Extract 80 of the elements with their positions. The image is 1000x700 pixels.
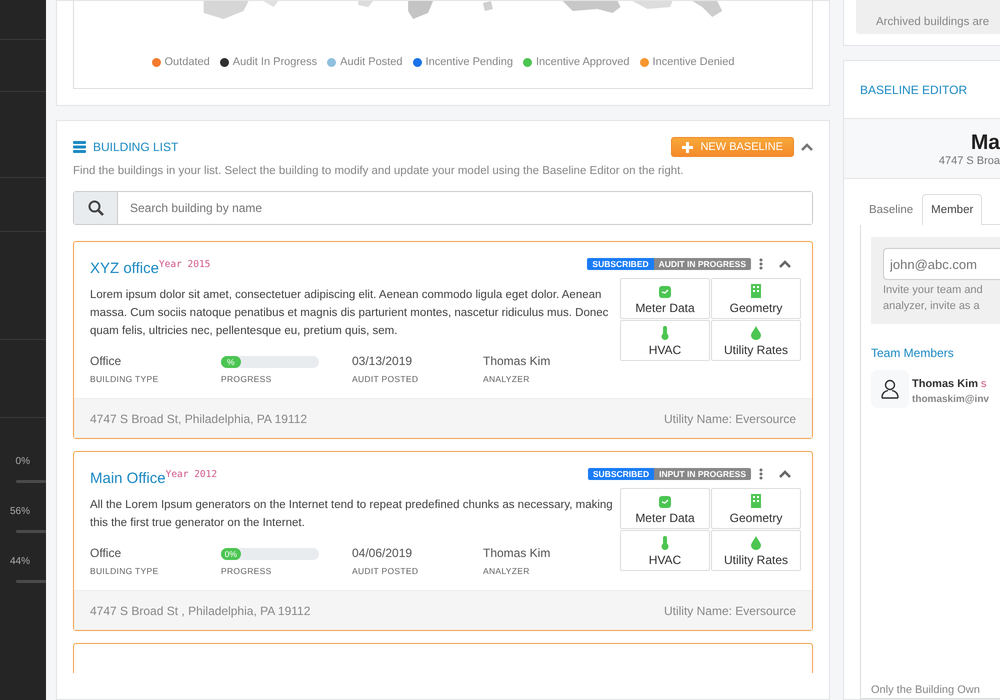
archive-note: Archived buildings are xyxy=(876,16,990,28)
tool-button[interactable]: HVAC xyxy=(620,320,710,361)
status-badge: SUBSCRIBED xyxy=(587,258,654,270)
tool-button[interactable]: HVAC xyxy=(620,530,710,571)
footer-note: Only the Building Own xyxy=(871,684,981,698)
section-description: Find the buildings in your list. Select the building to modify and update your model using the Baseline Editor on the right. xyxy=(73,165,685,177)
building-icon xyxy=(751,494,761,508)
stat-percent: 56% xyxy=(10,506,30,517)
list-icon xyxy=(73,141,86,153)
analyzer-name: Thomas Kim xyxy=(483,354,552,370)
audit-date: 03/13/2019 xyxy=(352,354,414,370)
collapse-icon[interactable] xyxy=(779,470,791,478)
legend-item: Incentive Approved xyxy=(522,56,630,68)
collapse-icon[interactable] xyxy=(801,143,813,151)
search-field[interactable]: Search building by name xyxy=(73,191,813,225)
stat-label: BUILDING TYPE xyxy=(90,374,160,384)
legend-item: Outdated xyxy=(152,56,210,68)
stat-percent: 0% xyxy=(16,456,30,467)
legend-item: Incentive Denied xyxy=(640,56,734,68)
building-title: Ma xyxy=(970,130,1000,154)
member-role: s xyxy=(981,378,987,390)
building-description: All the Lorem Ipsum generators on the Internet tend to repeat predefined chunks as necessary, making this the first true generator on the Internet. xyxy=(90,498,614,531)
building-icon xyxy=(751,284,761,298)
collapse-icon[interactable] xyxy=(779,260,791,268)
plus-icon xyxy=(682,142,694,152)
tool-button[interactable]: Geometry xyxy=(711,488,801,529)
team-title: Team Members xyxy=(871,346,955,360)
legend-item: Audit In Progress xyxy=(220,56,318,68)
tool-button[interactable]: Geometry xyxy=(711,278,801,319)
stat-label: PROGRESS xyxy=(221,374,273,384)
status-badge: INPUT IN PROGRESS xyxy=(654,468,751,480)
panel-title: BASELINE EDITOR xyxy=(860,82,968,96)
audit-date: 04/06/2019 xyxy=(352,546,414,562)
tab[interactable]: Member xyxy=(922,194,982,225)
progress-fill: % xyxy=(221,356,241,368)
stat-label: AUDIT POSTED xyxy=(352,374,420,384)
member-email: thomaskim@inv xyxy=(912,394,989,404)
search-icon xyxy=(88,200,104,216)
tool-button[interactable]: Utility Rates xyxy=(711,530,801,571)
member-name: Thomas Kim xyxy=(912,378,978,390)
building-address: 4747 S Broa xyxy=(938,154,1000,166)
stat-label: ANALYZER xyxy=(483,374,531,384)
legend-item: Incentive Pending xyxy=(412,56,513,68)
stat-track xyxy=(16,580,46,583)
building-address: 4747 S Broad St, Philadelphia, PA 19112 xyxy=(90,412,308,426)
tool-button[interactable]: Meter Data xyxy=(620,488,710,529)
analyzer-name: Thomas Kim xyxy=(483,546,552,562)
building-description: Lorem ipsum dolor sit amet, consectetuer adipiscing elit. Aenean commodo ligula eget dolor. Aenean massa. Cum sociis natoque penatibus et magnis dis parturient montes, nascetur ridiculus mus. Donec quam felis, ultricies nec, pellentesque eu, pretium quis, sem. xyxy=(90,288,610,339)
user-icon xyxy=(880,379,900,399)
email-field[interactable]: john@abc.com xyxy=(883,248,1000,280)
stat-label: BUILDING TYPE xyxy=(90,566,160,576)
stat-track xyxy=(16,480,46,483)
section-title: BUILDING LIST xyxy=(93,140,178,154)
status-badge: SUBSCRIBED xyxy=(588,468,654,480)
stat-track xyxy=(16,530,46,533)
tool-button[interactable]: Meter Data xyxy=(620,278,710,319)
thermometer-icon xyxy=(661,536,669,550)
building-card[interactable] xyxy=(73,241,813,439)
stat-percent: 44% xyxy=(10,556,30,567)
progress-fill: 0% xyxy=(221,548,241,560)
legend-item: Audit Posted xyxy=(327,56,403,68)
utility-name: Utility Name: Eversource xyxy=(664,604,796,618)
stat-label: PROGRESS xyxy=(221,566,273,576)
building-name[interactable]: XYZ office$^{Year 2015}$ xyxy=(90,259,210,277)
building-type: Office xyxy=(90,546,122,562)
tool-button[interactable]: Utility Rates xyxy=(711,320,801,361)
stat-label: ANALYZER xyxy=(483,566,531,576)
more-icon[interactable] xyxy=(759,468,763,480)
drop-icon xyxy=(751,326,761,340)
status-badge: AUDIT IN PROGRESS xyxy=(654,258,751,270)
building-name[interactable]: Main Office$^{Year 2012}$ xyxy=(90,469,218,487)
stat-label: AUDIT POSTED xyxy=(352,566,420,576)
drop-icon xyxy=(751,536,761,550)
building-address: 4747 S Broad St , Philadelphia, PA 19112 xyxy=(90,604,310,618)
thermometer-icon xyxy=(661,326,669,340)
utility-name: Utility Name: Eversource xyxy=(664,412,796,426)
more-icon[interactable] xyxy=(759,258,763,270)
building-type: Office xyxy=(90,354,122,370)
building-card[interactable] xyxy=(73,451,813,631)
invite-help: Invite your team and analyzer, invite as a xyxy=(883,283,984,314)
